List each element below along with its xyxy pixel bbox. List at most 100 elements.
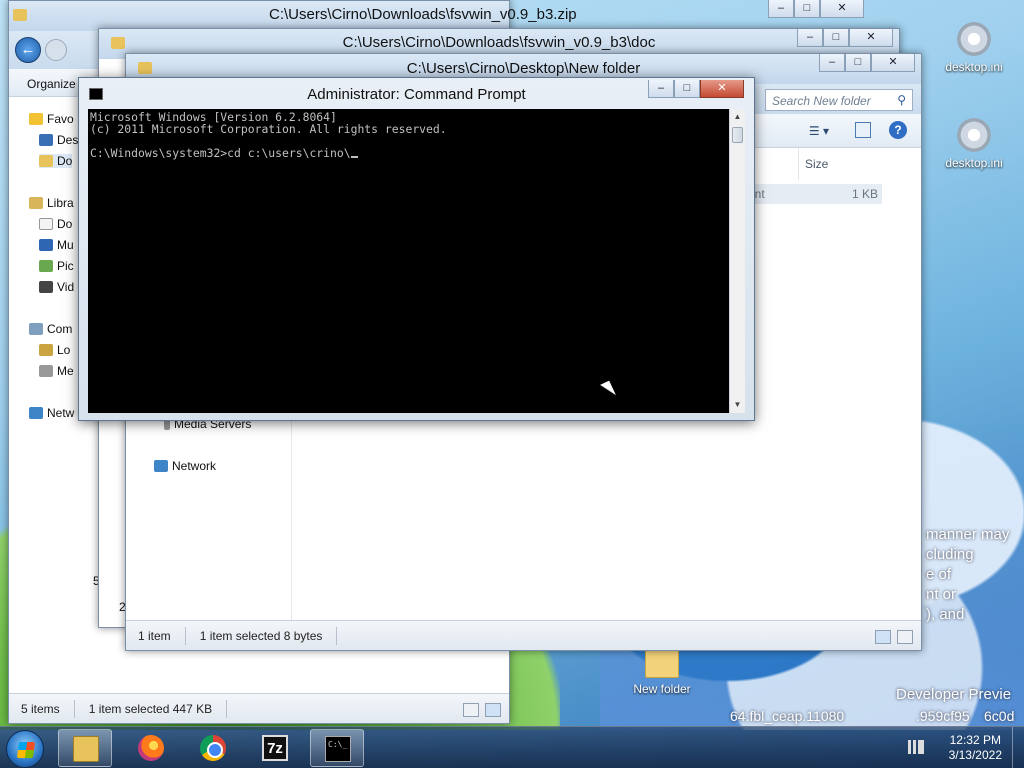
window-title: C:\Users\Cirno\Downloads\fsvwin_v0.9_b3\… [342, 34, 656, 51]
network-icon [29, 407, 43, 419]
nav-downloads[interactable]: Do [39, 154, 73, 168]
watermark-text: 64.fbl_ceap.11080 [730, 708, 845, 724]
command-prompt-window[interactable]: Administrator: Command Prompt – □ ✕ Micr… [78, 77, 755, 421]
document-icon [39, 218, 53, 230]
size-column-label: Size [805, 157, 829, 171]
close-button[interactable]: ✕ [871, 54, 915, 72]
nav-libraries[interactable]: Libra [29, 196, 74, 210]
large-icons-view-icon[interactable] [485, 703, 501, 717]
watermark-text: cluding [926, 546, 974, 563]
forward-arrow-icon[interactable] [45, 39, 67, 61]
folder-icon [13, 9, 27, 21]
watermark-text: .959cf95 [916, 708, 970, 724]
explorer-icon [73, 736, 99, 762]
search-icon[interactable]: ⚲ [897, 93, 906, 107]
desktop-icon-desktop-ini-1[interactable]: desktop.ini [938, 22, 1010, 74]
clock-date: 3/13/2022 [948, 748, 1002, 762]
music-icon [39, 239, 53, 251]
nav-media[interactable]: Me [39, 364, 74, 378]
library-icon [29, 197, 43, 209]
nav-videos[interactable]: Vid [39, 280, 74, 294]
status-bar: 1 item 1 item selected 8 bytes [126, 620, 921, 650]
folder-icon [39, 155, 53, 167]
nav-network[interactable]: Network [154, 459, 216, 473]
selection-info: 1 item selected 8 bytes [199, 628, 323, 643]
organize-menu[interactable]: Organize [27, 77, 76, 91]
picture-icon [39, 260, 53, 272]
zip-window-controls: – □ ✕ [768, 0, 864, 18]
help-icon[interactable]: ? [889, 121, 907, 139]
clock[interactable]: 12:32 PM 3/13/2022 [949, 733, 1002, 763]
show-desktop-button[interactable] [1012, 727, 1024, 768]
close-button[interactable]: ✕ [700, 80, 744, 98]
search-input[interactable]: Search New folder [772, 94, 871, 108]
maximize-button[interactable]: □ [823, 29, 849, 47]
windows-logo-icon [16, 742, 36, 758]
taskbar-firefox[interactable] [124, 729, 178, 767]
minimize-button[interactable]: – [819, 54, 845, 72]
clock-time: 12:32 PM [949, 733, 1001, 747]
file-size-cell: 1 KB [851, 187, 878, 201]
minimize-button[interactable]: – [797, 29, 823, 47]
file-row[interactable]: ent 1 KB [746, 184, 882, 204]
selection-info: 1 item selected 447 KB [88, 701, 213, 716]
nav-desktop[interactable]: Des [39, 133, 78, 147]
preview-pane-icon[interactable] [855, 122, 871, 138]
computer-icon [29, 323, 43, 335]
taskbar-explorer[interactable] [58, 729, 112, 767]
back-arrow-icon[interactable]: ← [15, 37, 41, 63]
close-button[interactable]: ✕ [849, 29, 893, 47]
status-bar: 5 items 1 item selected 447 KB [9, 693, 509, 723]
disk-icon [39, 344, 53, 356]
scroll-thumb[interactable] [732, 127, 743, 143]
minimize-button[interactable]: – [648, 80, 674, 98]
taskbar-chrome[interactable] [186, 729, 240, 767]
network-icon [154, 460, 168, 472]
watermark-text: manner may [926, 526, 1010, 543]
large-icons-view-icon[interactable] [897, 630, 913, 644]
maximize-button[interactable]: □ [845, 54, 871, 72]
maximize-button[interactable]: □ [674, 80, 700, 98]
nav-local-disk[interactable]: Lo [39, 343, 70, 357]
firefox-icon [138, 735, 164, 761]
nav-computer[interactable]: Com [29, 322, 72, 336]
views-menu-icon[interactable]: ☰ ▾ [809, 124, 829, 138]
nav-documents[interactable]: Do [39, 217, 72, 231]
scroll-up-arrow-icon[interactable]: ▲ [730, 109, 745, 125]
details-view-icon[interactable] [463, 703, 479, 717]
maximize-button[interactable]: □ [794, 0, 820, 18]
view-buttons [463, 703, 501, 717]
watermark-text: nt or [926, 586, 957, 603]
close-button[interactable]: ✕ [820, 0, 864, 18]
desktop-icon-label: desktop.ini [945, 60, 1003, 74]
nav-network[interactable]: Netw [29, 406, 74, 420]
title-bar[interactable]: C:\Users\Cirno\Downloads\fsvwin_v0.9_b3.… [9, 1, 577, 31]
taskbar-7zip[interactable]: 7z [248, 729, 302, 767]
vertical-scrollbar[interactable]: ▲ ▼ [729, 109, 745, 413]
size-column-header[interactable]: Size [798, 148, 884, 180]
system-tray: 12:32 PM 3/13/2022 [904, 727, 1024, 768]
item-count: 5 items [21, 701, 60, 716]
nav-pictures[interactable]: Pic [39, 259, 74, 273]
desktop-icon-desktop-ini-2[interactable]: desktop.ini [938, 118, 1010, 170]
console-line: (c) 2011 Microsoft Corporation. All righ… [90, 122, 447, 136]
desktop-icon-new-folder[interactable]: New folder [626, 650, 698, 696]
watermark-text: ), and [926, 606, 965, 623]
taskbar-command-prompt[interactable]: C:\_ [310, 729, 364, 767]
minimize-button[interactable]: – [768, 0, 794, 18]
nav-favorites[interactable]: Favo [29, 112, 74, 126]
console-output[interactable]: Microsoft Windows [Version 6.2.8064] (c)… [88, 109, 729, 413]
window-controls: – □ ✕ [648, 80, 744, 98]
console-prompt-line[interactable]: C:\Windows\system32>cd c:\users\crino\ [90, 146, 351, 160]
settings-file-icon [957, 118, 991, 152]
network-status-icon[interactable] [908, 740, 924, 754]
video-icon [39, 281, 53, 293]
details-view-icon[interactable] [875, 630, 891, 644]
command-prompt-icon: C:\_ [325, 736, 351, 762]
nav-music[interactable]: Mu [39, 238, 74, 252]
watermark-text: 6c0d [984, 708, 1015, 724]
chrome-icon [200, 735, 226, 761]
scroll-down-arrow-icon[interactable]: ▼ [730, 397, 745, 413]
search-box[interactable]: Search New folder ⚲ [765, 89, 913, 111]
start-button[interactable] [6, 730, 44, 768]
